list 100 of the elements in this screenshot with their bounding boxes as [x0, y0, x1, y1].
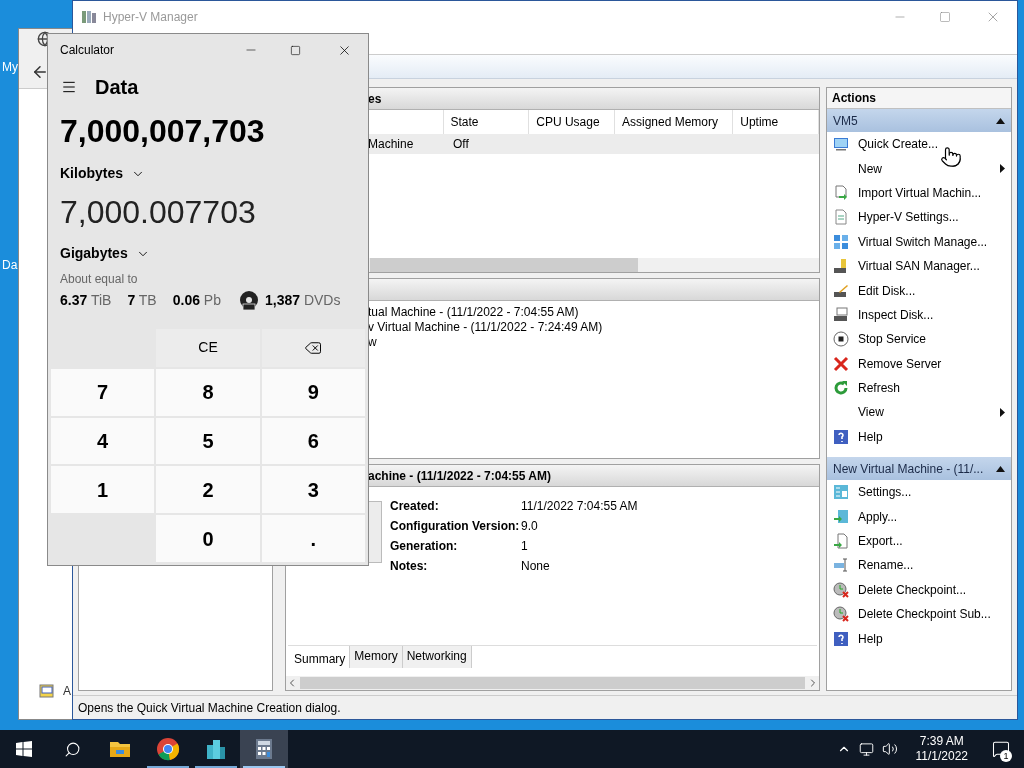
- equivalent-value: 7 TB: [127, 291, 157, 310]
- clock-cross-icon: [833, 606, 849, 623]
- file-label: A: [63, 683, 71, 700]
- tab[interactable]: Networking: [402, 646, 472, 668]
- drive-icon: [833, 306, 849, 323]
- grid-arrow-icon: [833, 508, 849, 525]
- status-text: Opens the Quick Virtual Machine Creation dialog.: [78, 699, 341, 717]
- output-value: 7,000.007703: [60, 193, 257, 232]
- notification-count: 1: [1000, 750, 1012, 762]
- equivalent-value: 0.06 Pb: [172, 291, 221, 310]
- digit-key[interactable]: 0: [156, 515, 260, 562]
- scrollbar-thumb[interactable]: [370, 258, 638, 272]
- window-title: Hyper-V Manager: [103, 9, 198, 26]
- disc-image-icon: [39, 683, 55, 699]
- action-item[interactable]: View: [827, 400, 1011, 425]
- digit-key[interactable]: 5: [156, 417, 260, 465]
- notification-icon[interactable]: [992, 740, 1010, 758]
- action-item[interactable]: Rename...: [827, 553, 1011, 578]
- grid-icon: [833, 233, 849, 250]
- stop-icon: [833, 331, 849, 348]
- digit-key[interactable]: .: [261, 515, 365, 562]
- network-icon[interactable]: [858, 741, 874, 757]
- action-item[interactable]: Quick Create...: [827, 132, 1011, 157]
- about-label: About equal to: [60, 271, 139, 288]
- action-item[interactable]: Delete Checkpoint...: [827, 577, 1011, 603]
- server-icon: [81, 9, 97, 25]
- action-item[interactable]: Hyper-V Settings...: [827, 205, 1011, 230]
- clock-cross-icon: [833, 581, 849, 598]
- digit-key[interactable]: 4: [51, 417, 155, 465]
- running-indicator: [195, 766, 237, 768]
- desktop-icon-label[interactable]: Da: [2, 256, 18, 274]
- action-item[interactable]: Inspect Disk...: [827, 302, 1011, 328]
- action-item[interactable]: Edit Disk...: [827, 278, 1011, 303]
- action-item[interactable]: Import Virtual Machin...: [827, 180, 1011, 206]
- action-item[interactable]: Refresh: [827, 375, 1011, 401]
- desktop-icon-label[interactable]: My: [2, 58, 18, 76]
- server-icon: [204, 737, 228, 761]
- help-icon: [833, 428, 849, 445]
- text-cursor-icon: [833, 557, 849, 574]
- input-value: 7,000,007,703: [60, 112, 266, 151]
- field-label: Configuration Version:: [390, 518, 521, 534]
- pane-title: Actions: [832, 90, 876, 107]
- action-item[interactable]: Virtual Switch Manage...: [827, 229, 1011, 254]
- digit-key[interactable]: 7: [51, 368, 155, 416]
- submenu-arrow-icon: [1000, 408, 1005, 417]
- table-row[interactable]: Machine Off: [368, 134, 819, 154]
- action-item[interactable]: Export...: [827, 528, 1011, 554]
- maximize-icon[interactable]: [290, 44, 301, 56]
- digit-key[interactable]: 8: [156, 368, 260, 416]
- document-arrow-icon: [833, 533, 849, 550]
- digit-key[interactable]: 6: [261, 417, 365, 465]
- table-cell-text: Off: [452, 136, 469, 153]
- action-item[interactable]: Stop Service: [827, 327, 1011, 352]
- action-item[interactable]: Help: [827, 424, 1011, 450]
- cross-icon: [833, 355, 849, 372]
- digit-key[interactable]: 2: [156, 466, 260, 514]
- action-group-header[interactable]: New Virtual Machine - (11/...: [827, 457, 1011, 481]
- action-item[interactable]: Remove Server: [827, 351, 1011, 376]
- table-cell-text: Machine: [368, 136, 415, 153]
- hand-cursor-icon: [940, 146, 962, 168]
- field-value: 1: [521, 538, 529, 554]
- key[interactable]: CE: [156, 329, 260, 367]
- digit-key[interactable]: 9: [261, 368, 365, 416]
- tab[interactable]: Memory: [350, 646, 403, 668]
- volume-icon[interactable]: [881, 741, 898, 757]
- window-title: Calculator: [60, 42, 116, 59]
- action-item[interactable]: Apply...: [827, 504, 1011, 529]
- action-item[interactable]: Help: [827, 626, 1011, 651]
- field-value: 9.0: [521, 518, 539, 534]
- taskbar-app[interactable]: [240, 730, 288, 768]
- back-icon[interactable]: [31, 63, 49, 81]
- action-item[interactable]: Delete Checkpoint Sub...: [827, 602, 1011, 627]
- collapse-icon[interactable]: [996, 465, 1005, 472]
- browser-icon: [156, 737, 180, 761]
- digit-key[interactable]: 3: [261, 466, 365, 514]
- clock[interactable]: 7:39 AM 11/1/2022: [905, 734, 978, 764]
- action-item[interactable]: Virtual SAN Manager...: [827, 253, 1011, 279]
- mode-title: Data: [95, 75, 139, 100]
- unit-dropdown[interactable]: Gigabytes: [60, 243, 150, 264]
- field-value: 11/1/2022 7:04:55 AM: [521, 498, 638, 514]
- action-group-header[interactable]: VM5: [827, 109, 1011, 132]
- equivalent-value: 1,387 DVDs: [264, 291, 341, 310]
- refresh-icon: [833, 380, 849, 397]
- field-label: Created:: [390, 498, 440, 514]
- document-icon: [833, 209, 849, 226]
- checkpoint-item[interactable]: tual Machine - (11/1/2022 - 7:04:55 AM): [368, 305, 819, 320]
- document-arrow-icon: [833, 184, 849, 201]
- list-icon: [833, 484, 849, 501]
- drive-icon: [833, 258, 849, 275]
- action-item[interactable]: Settings...: [827, 480, 1011, 505]
- running-indicator: [147, 766, 189, 768]
- action-item[interactable]: New: [827, 156, 1011, 181]
- menu-icon[interactable]: [61, 79, 77, 95]
- help-icon: [833, 630, 849, 647]
- collapse-icon[interactable]: [996, 117, 1005, 124]
- panel-title: es: [368, 90, 382, 108]
- scrollbar-thumb[interactable]: [300, 677, 805, 689]
- field-value: None: [521, 558, 551, 574]
- digit-key[interactable]: 1: [51, 466, 155, 514]
- unit-dropdown[interactable]: Kilobytes: [60, 163, 145, 184]
